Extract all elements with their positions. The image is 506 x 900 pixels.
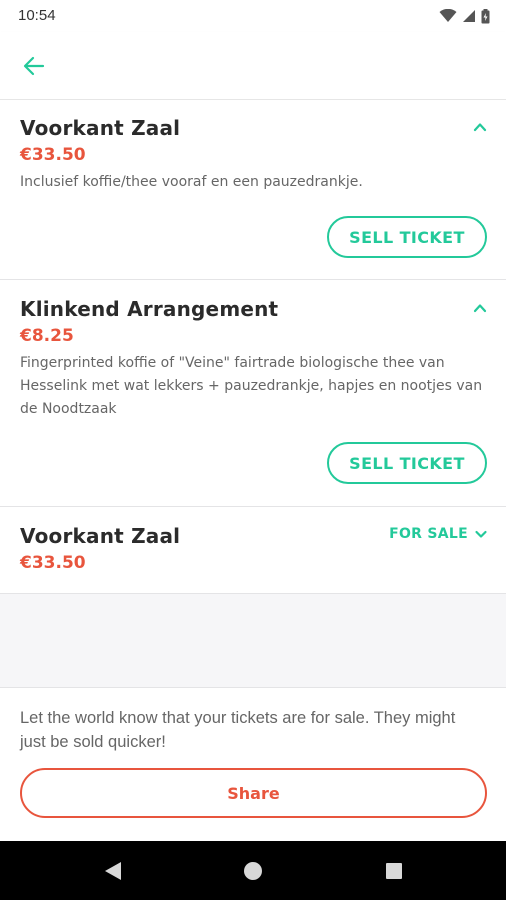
ticket-card: Voorkant Zaal €33.50 Inclusief koffie/th… bbox=[0, 100, 506, 280]
circle-home-icon bbox=[244, 862, 262, 880]
ticket-title: Voorkant Zaal bbox=[20, 116, 181, 140]
chevron-up-icon[interactable] bbox=[472, 300, 488, 316]
status-time: 10:54 bbox=[18, 7, 56, 24]
share-button[interactable]: Share bbox=[20, 768, 487, 818]
status-bar: 10:54 bbox=[0, 0, 506, 32]
nav-back-button[interactable] bbox=[102, 860, 124, 882]
nav-recents-button[interactable] bbox=[383, 860, 405, 882]
for-sale-label: FOR SALE bbox=[389, 526, 468, 542]
ticket-price: €33.50 bbox=[20, 553, 86, 573]
share-message: Let the world know that your tickets are… bbox=[20, 709, 456, 751]
square-recents-icon bbox=[386, 863, 402, 879]
sell-ticket-button[interactable]: SELL TICKET bbox=[327, 216, 487, 258]
arrow-left-icon bbox=[23, 56, 45, 76]
chevron-up-icon[interactable] bbox=[472, 119, 488, 135]
ticket-card: Voorkant Zaal €33.50 FOR SALE bbox=[0, 508, 506, 594]
chevron-down-icon bbox=[475, 530, 487, 538]
share-footer: Let the world know that your tickets are… bbox=[0, 688, 506, 841]
ticket-description: Inclusief koffie/thee vooraf en een pauz… bbox=[20, 174, 363, 190]
triangle-back-icon bbox=[105, 862, 121, 880]
status-icons bbox=[439, 8, 490, 24]
empty-area bbox=[0, 594, 506, 688]
battery-icon bbox=[481, 8, 490, 23]
ticket-price: €8.25 bbox=[20, 326, 74, 346]
ticket-title: Voorkant Zaal bbox=[20, 524, 181, 548]
wifi-icon bbox=[439, 9, 457, 22]
signal-icon bbox=[463, 10, 475, 22]
sell-ticket-button[interactable]: SELL TICKET bbox=[327, 442, 487, 484]
navigation-bar bbox=[0, 841, 506, 900]
ticket-price: €33.50 bbox=[20, 145, 86, 165]
ticket-title: Klinkend Arrangement bbox=[20, 297, 279, 321]
app-bar bbox=[0, 32, 506, 100]
ticket-description: Fingerprinted koffie of "Veine" fairtrad… bbox=[20, 355, 483, 417]
nav-home-button[interactable] bbox=[242, 860, 264, 882]
ticket-card: Klinkend Arrangement €8.25 Fingerprinted… bbox=[0, 281, 506, 507]
back-button[interactable] bbox=[18, 50, 50, 82]
for-sale-toggle[interactable]: FOR SALE bbox=[389, 526, 488, 542]
